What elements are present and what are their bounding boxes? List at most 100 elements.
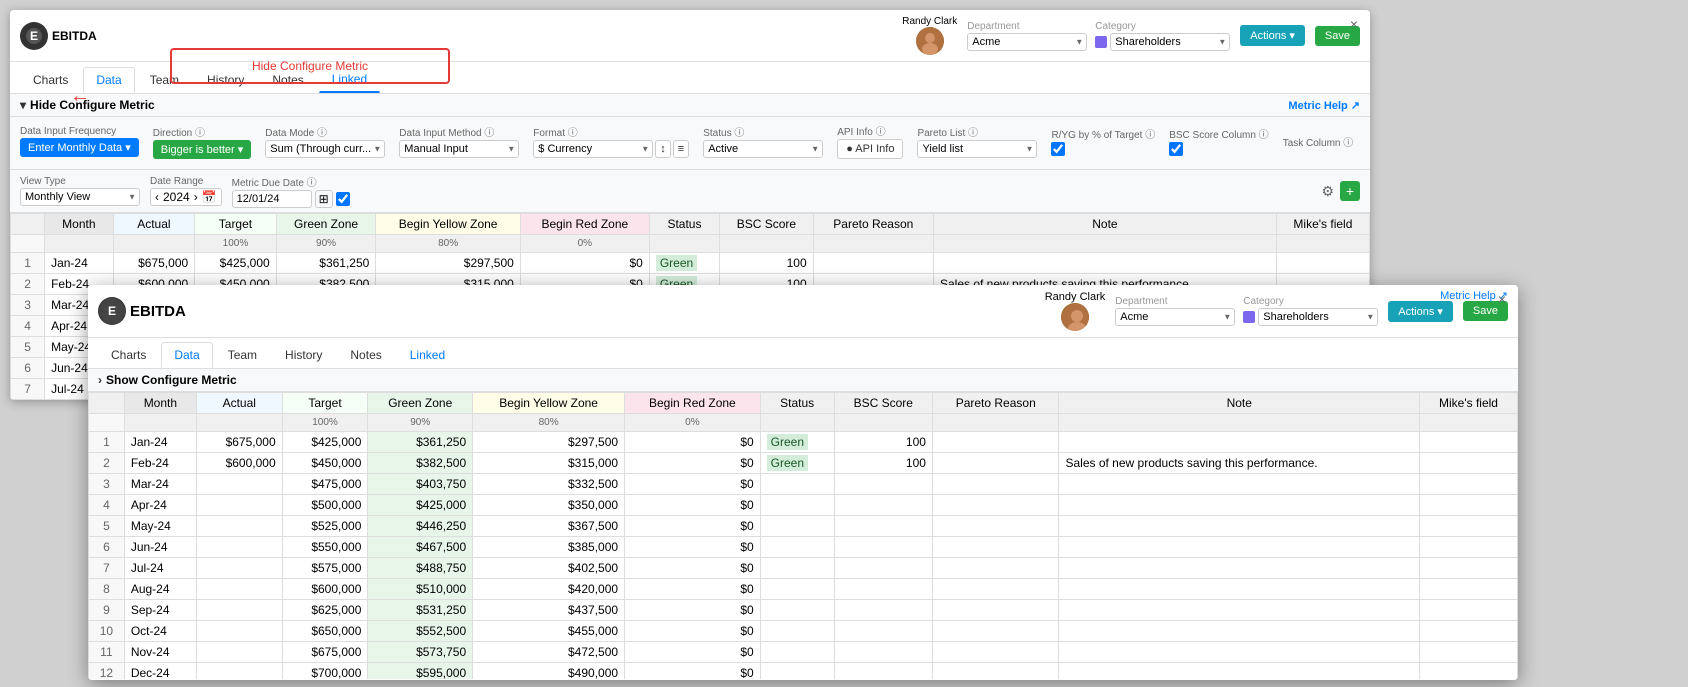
- row-actual[interactable]: [196, 600, 282, 621]
- tab-history[interactable]: History: [194, 67, 257, 93]
- row-target[interactable]: $425,000: [195, 253, 277, 274]
- format-select[interactable]: $ Currency: [533, 140, 653, 158]
- row-red[interactable]: $0: [625, 516, 761, 537]
- add-column-button[interactable]: +: [1340, 181, 1360, 201]
- row-note[interactable]: [1059, 558, 1420, 579]
- row-yellow[interactable]: $420,000: [473, 579, 625, 600]
- row-green[interactable]: $573,750: [368, 642, 473, 663]
- row-actual[interactable]: $600,000: [196, 453, 282, 474]
- row-bsc[interactable]: [834, 600, 932, 621]
- row-target[interactable]: $500,000: [282, 495, 368, 516]
- direction-button[interactable]: Bigger is better ▾: [153, 140, 252, 159]
- status-select[interactable]: Active: [703, 140, 823, 158]
- ryg-checkbox[interactable]: [1051, 142, 1065, 156]
- row-actual[interactable]: [196, 537, 282, 558]
- row-yellow[interactable]: $315,000: [473, 453, 625, 474]
- remind-checkbox[interactable]: [336, 192, 350, 206]
- settings-icon[interactable]: ⚙: [1321, 183, 1334, 200]
- row-pareto[interactable]: [932, 600, 1059, 621]
- row-bsc[interactable]: [834, 621, 932, 642]
- row-status[interactable]: [760, 516, 834, 537]
- row-green[interactable]: $403,750: [368, 474, 473, 495]
- metric-due-grid-btn[interactable]: ⊞: [315, 190, 333, 208]
- row-yellow[interactable]: $297,500: [376, 253, 521, 274]
- row-note[interactable]: [1059, 621, 1420, 642]
- row-pareto[interactable]: [932, 642, 1059, 663]
- close-button[interactable]: ×: [1346, 16, 1362, 32]
- row-red[interactable]: $0: [520, 253, 649, 274]
- row-month[interactable]: Jan-24: [45, 253, 114, 274]
- row-yellow[interactable]: $367,500: [473, 516, 625, 537]
- row-month[interactable]: Mar-24: [124, 474, 196, 495]
- row-red[interactable]: $0: [625, 474, 761, 495]
- row-note[interactable]: [1059, 495, 1420, 516]
- row-mikes[interactable]: [1420, 663, 1518, 680]
- row-status[interactable]: [760, 600, 834, 621]
- date-next-btn[interactable]: ›: [194, 190, 198, 204]
- row-yellow[interactable]: $455,000: [473, 621, 625, 642]
- fg-dept-select[interactable]: Acme: [1115, 308, 1235, 326]
- row-status[interactable]: [760, 621, 834, 642]
- row-bsc[interactable]: [834, 579, 932, 600]
- row-actual[interactable]: [196, 642, 282, 663]
- bsc-checkbox[interactable]: [1169, 142, 1183, 156]
- data-mode-select[interactable]: Sum (Through curr...: [265, 140, 385, 158]
- row-red[interactable]: $0: [625, 432, 761, 453]
- row-status[interactable]: [760, 642, 834, 663]
- row-target[interactable]: $550,000: [282, 537, 368, 558]
- configure-metric-toggle[interactable]: ▾ Hide Configure Metric Metric Help ↗: [10, 94, 1370, 117]
- row-note[interactable]: [1059, 474, 1420, 495]
- fg-tab-team[interactable]: Team: [215, 342, 270, 368]
- row-yellow[interactable]: $472,500: [473, 642, 625, 663]
- cat-select[interactable]: Shareholders: [1110, 33, 1230, 51]
- api-button[interactable]: ● API Info: [837, 139, 903, 159]
- row-green[interactable]: $531,250: [368, 600, 473, 621]
- row-note[interactable]: Sales of new products saving this perfor…: [1059, 453, 1420, 474]
- fg-tab-notes[interactable]: Notes: [337, 342, 394, 368]
- row-note[interactable]: [1059, 516, 1420, 537]
- row-pareto[interactable]: [932, 579, 1059, 600]
- row-bsc[interactable]: [834, 495, 932, 516]
- date-calendar-btn[interactable]: 📅: [202, 190, 217, 204]
- metric-help-link[interactable]: Metric Help ↗: [1288, 99, 1360, 112]
- row-mikes[interactable]: [1420, 600, 1518, 621]
- row-green[interactable]: $361,250: [276, 253, 376, 274]
- tab-data[interactable]: Data: [83, 67, 134, 93]
- fg-cat-select[interactable]: Shareholders: [1258, 308, 1378, 326]
- row-green[interactable]: $361,250: [368, 432, 473, 453]
- input-method-select[interactable]: Manual Input: [399, 140, 519, 158]
- row-month[interactable]: Oct-24: [124, 621, 196, 642]
- row-yellow[interactable]: $437,500: [473, 600, 625, 621]
- row-mikes[interactable]: [1420, 495, 1518, 516]
- row-mikes[interactable]: [1420, 432, 1518, 453]
- row-actual[interactable]: [196, 663, 282, 680]
- row-yellow[interactable]: $402,500: [473, 558, 625, 579]
- tab-team[interactable]: Team: [137, 67, 192, 93]
- row-bsc[interactable]: [834, 474, 932, 495]
- row-green[interactable]: $467,500: [368, 537, 473, 558]
- row-status[interactable]: Green: [760, 432, 834, 453]
- date-prev-btn[interactable]: ‹: [155, 190, 159, 204]
- row-mikes[interactable]: [1420, 579, 1518, 600]
- row-red[interactable]: $0: [625, 663, 761, 680]
- fg-configure-metric-toggle[interactable]: › Show Configure Metric: [88, 369, 1518, 392]
- row-status[interactable]: [760, 579, 834, 600]
- row-pareto[interactable]: [932, 558, 1059, 579]
- row-pareto[interactable]: [932, 495, 1059, 516]
- row-yellow[interactable]: $297,500: [473, 432, 625, 453]
- row-target[interactable]: $675,000: [282, 642, 368, 663]
- row-pareto[interactable]: [932, 621, 1059, 642]
- row-note[interactable]: [1059, 600, 1420, 621]
- row-month[interactable]: Jan-24: [124, 432, 196, 453]
- row-bsc[interactable]: 100: [834, 432, 932, 453]
- row-month[interactable]: May-24: [124, 516, 196, 537]
- row-yellow[interactable]: $490,000: [473, 663, 625, 680]
- format-btn2[interactable]: ≡: [673, 140, 689, 158]
- row-green[interactable]: $425,000: [368, 495, 473, 516]
- row-month[interactable]: Dec-24: [124, 663, 196, 680]
- row-target[interactable]: $575,000: [282, 558, 368, 579]
- row-red[interactable]: $0: [625, 579, 761, 600]
- row-note[interactable]: [1059, 579, 1420, 600]
- row-actual[interactable]: [196, 516, 282, 537]
- row-actual[interactable]: [196, 621, 282, 642]
